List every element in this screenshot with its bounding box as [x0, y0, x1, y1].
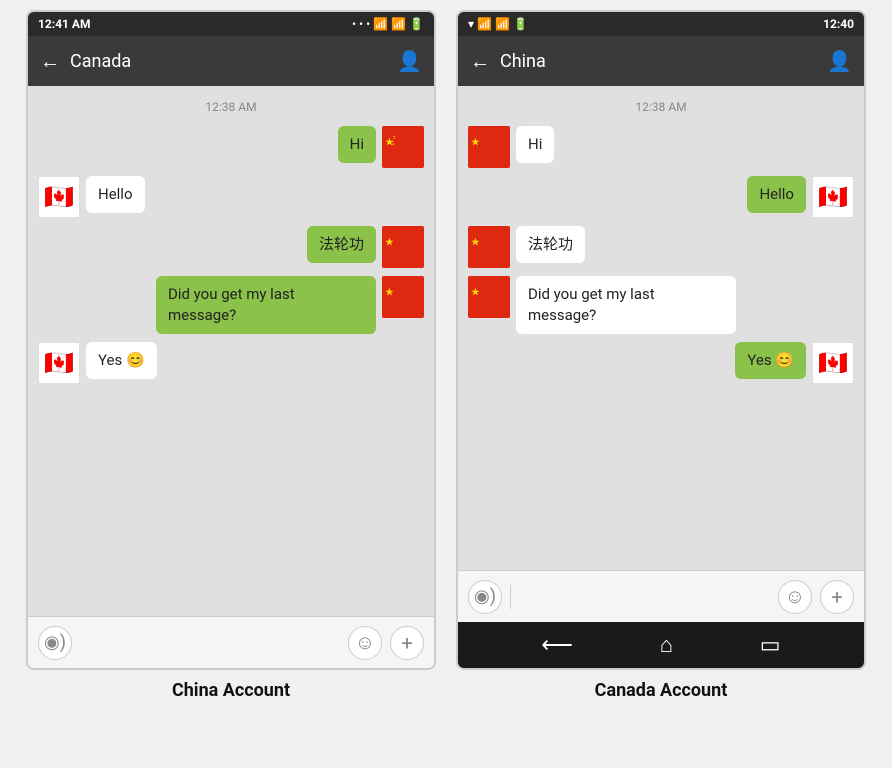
right-msg-3: 法轮功: [468, 226, 854, 268]
right-nav-bar: ⟵ ⌂ ▭: [458, 622, 864, 668]
right-nav-back[interactable]: ⟵: [541, 633, 573, 658]
right-msg-1-bubble: Hi: [516, 126, 554, 163]
left-status-bar: 12:41 AM • • • 📶 📶 🔋: [28, 12, 434, 36]
right-msg-2: 🇨🇦 Hello: [468, 176, 854, 218]
left-status-icons: • • • 📶 📶 🔋: [352, 17, 424, 31]
phones-container: 12:41 AM • • • 📶 📶 🔋 ← Canada 👤 12:38 AM: [0, 0, 892, 701]
left-plus-button[interactable]: +: [390, 626, 424, 660]
left-voice-button[interactable]: ◉): [38, 626, 72, 660]
battery-icon: 🔋: [409, 17, 424, 31]
right-message-input[interactable]: [519, 582, 770, 612]
right-msg-5-flag: 🇨🇦: [812, 342, 854, 384]
right-msg-4-bubble: Did you get my last message?: [516, 276, 736, 334]
right-phone: ▾ 📶 📶 🔋 12:40 ← China 👤 12:38 AM: [456, 10, 866, 670]
right-phone-wrapper: ▾ 📶 📶 🔋 12:40 ← China 👤 12:38 AM: [456, 10, 866, 701]
right-msg-2-flag: 🇨🇦: [812, 176, 854, 218]
right-signal-icon: ▾: [468, 17, 474, 31]
right-emoji-icon: ☺: [785, 584, 805, 609]
right-time: 12:40: [823, 17, 854, 31]
right-status-icons-left: ▾ 📶 📶 🔋: [468, 17, 528, 31]
right-back-button[interactable]: ←: [470, 49, 490, 74]
left-msg-5-flag: 🇨🇦: [38, 342, 80, 384]
left-msg-4-bubble: Did you get my last message?: [156, 276, 376, 334]
left-msg-5-bubble: Yes 😊: [86, 342, 157, 379]
right-caption: Canada Account: [595, 680, 728, 701]
left-emoji-icon: ☺: [355, 630, 375, 655]
right-status-bar: ▾ 📶 📶 🔋 12:40: [458, 12, 864, 36]
right-signal2-icon: 📶: [495, 17, 510, 31]
right-battery-icon: 🔋: [513, 17, 528, 31]
right-chat-header: ← China 👤: [458, 36, 864, 86]
left-chat-title: Canada: [70, 51, 387, 72]
right-msg-3-flag: [468, 226, 510, 268]
left-msg-1-bubble: Hi: [338, 126, 376, 163]
right-profile-icon[interactable]: 👤: [827, 49, 852, 73]
right-nav-home[interactable]: ⌂: [660, 632, 673, 658]
right-msg-2-bubble: Hello: [747, 176, 806, 213]
right-input-divider: [510, 585, 511, 609]
left-back-button[interactable]: ←: [40, 49, 60, 74]
left-msg-3: 法轮功: [38, 226, 424, 268]
right-timestamp: 12:38 AM: [468, 100, 854, 114]
right-emoji-button[interactable]: ☺: [778, 580, 812, 614]
left-phone: 12:41 AM • • • 📶 📶 🔋 ← Canada 👤 12:38 AM: [26, 10, 436, 670]
left-timestamp: 12:38 AM: [38, 100, 424, 114]
signal-icon: 📶: [391, 17, 406, 31]
right-plus-button[interactable]: +: [820, 580, 854, 614]
left-message-input[interactable]: [80, 628, 340, 658]
right-msg-4-flag: [468, 276, 510, 318]
left-time: 12:41 AM: [38, 17, 90, 31]
right-msg-1: Hi: [468, 126, 854, 168]
right-voice-icon: ◉): [474, 586, 496, 607]
left-msg-2-bubble: Hello: [86, 176, 145, 213]
right-nav-recent[interactable]: ▭: [760, 633, 781, 658]
left-msg-4-flag: [382, 276, 424, 318]
right-msg-5-bubble: Yes 😊: [735, 342, 806, 379]
left-caption: China Account: [172, 680, 290, 701]
right-msg-3-bubble: 法轮功: [516, 226, 585, 263]
right-chat-body: 12:38 AM Hi 🇨🇦 Hello: [458, 86, 864, 570]
left-msg-2: 🇨🇦 Hello: [38, 176, 424, 218]
right-chat-title: China: [500, 51, 817, 72]
left-chat-header: ← Canada 👤: [28, 36, 434, 86]
right-wifi-icon: 📶: [477, 17, 492, 31]
left-msg-4: Did you get my last message?: [38, 276, 424, 334]
left-msg-5: 🇨🇦 Yes 😊: [38, 342, 424, 384]
right-voice-button[interactable]: ◉): [468, 580, 502, 614]
wifi-icon: 📶: [373, 17, 388, 31]
right-plus-icon: +: [831, 585, 842, 609]
left-msg-1-flag: [382, 126, 424, 168]
left-input-bar: ◉) ☺ +: [28, 616, 434, 668]
left-msg-2-flag: 🇨🇦: [38, 176, 80, 218]
right-msg-1-flag: [468, 126, 510, 168]
right-msg-4: Did you get my last message?: [468, 276, 854, 334]
left-emoji-button[interactable]: ☺: [348, 626, 382, 660]
left-phone-wrapper: 12:41 AM • • • 📶 📶 🔋 ← Canada 👤 12:38 AM: [26, 10, 436, 701]
right-input-bar: ◉) ☺ +: [458, 570, 864, 622]
left-msg-1: Hi: [38, 126, 424, 168]
left-plus-icon: +: [401, 631, 412, 655]
left-chat-body: 12:38 AM Hi: [28, 86, 434, 616]
left-msg-3-flag: [382, 226, 424, 268]
signal-dots: • • •: [352, 17, 370, 31]
left-voice-icon: ◉): [44, 632, 66, 653]
left-msg-3-bubble: 法轮功: [307, 226, 376, 263]
left-profile-icon[interactable]: 👤: [397, 49, 422, 73]
right-msg-5: 🇨🇦 Yes 😊: [468, 342, 854, 384]
